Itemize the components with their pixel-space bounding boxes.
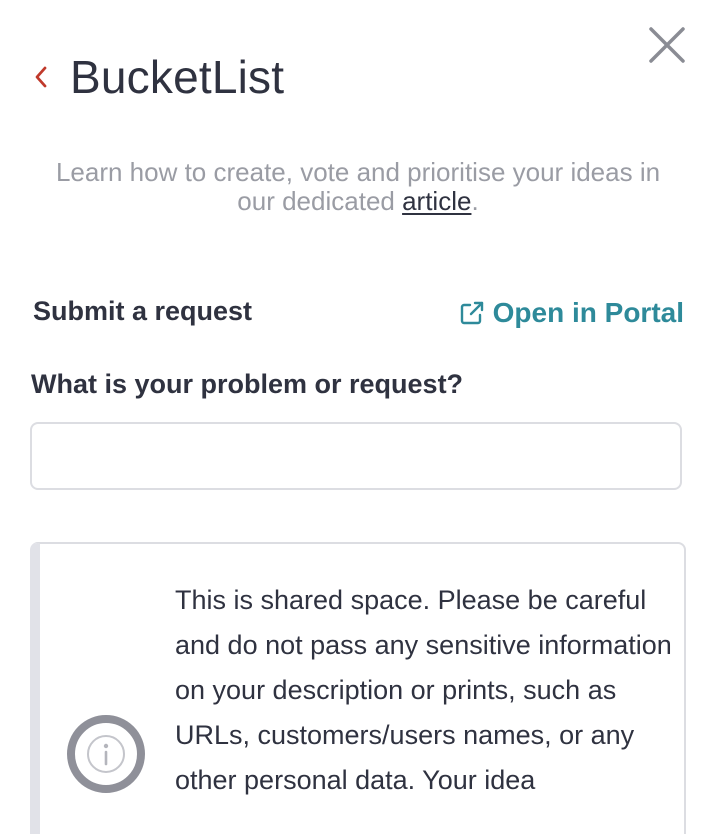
chevron-left-icon [35,66,47,88]
open-in-portal-label: Open in Portal [492,297,684,328]
info-icon [67,715,145,793]
request-panel: BucketList Learn how to create, vote and… [0,0,714,834]
page-title: BucketList [70,51,285,103]
open-in-portal-link[interactable]: Open in Portal [459,297,684,329]
external-link-icon [460,301,483,325]
request-input[interactable] [30,422,682,490]
panel-header: BucketList [34,50,284,104]
intro-text: Learn how to create, vote and prioritise… [40,158,676,216]
article-link[interactable]: article [402,186,471,216]
privacy-notice: This is shared space. Please be careful … [30,542,686,834]
close-button[interactable] [646,24,688,66]
back-button[interactable] [34,62,56,92]
close-icon [649,27,685,63]
request-question-label: What is your problem or request? [31,369,464,399]
intro-text-before: Learn how to create, vote and prioritise… [55,157,661,216]
submit-section-title: Submit a request [33,296,253,326]
privacy-notice-text: This is shared space. Please be careful … [175,585,672,795]
intro-text-after: . [471,186,479,216]
